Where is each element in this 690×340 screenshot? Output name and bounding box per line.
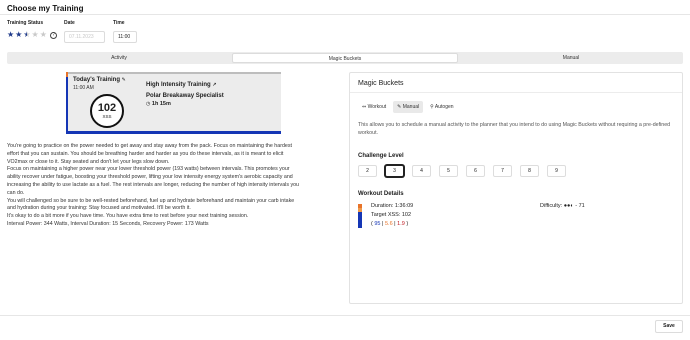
level-button-5[interactable]: 5 [439,165,458,177]
workout-name[interactable]: High Intensity Training ↗ [146,82,217,88]
workout-name-label: High Intensity Training [146,82,211,88]
link-icon: ⚲ [430,104,434,110]
description-line: increasing the ability to use lactate as… [7,181,299,188]
panel-title: Magic Buckets [358,80,404,87]
help-icon[interactable]: ? [49,31,57,39]
level-button-8[interactable]: 8 [520,165,539,177]
save-button[interactable]: Save [655,320,683,333]
xss-ring: 102 XSS [90,94,124,128]
level-button-6[interactable]: 6 [466,165,485,177]
mode-description: This allows you to schedule a manual act… [358,122,671,136]
magic-buckets-panel: Magic Buckets ⇔ Workout ✎ Manual ⚲ Autog… [349,72,683,304]
card-top-border [66,72,281,74]
mode-tabs: ⇔ Workout ✎ Manual ⚲ Autogen [358,101,458,113]
workout-details-label: Workout Details [358,191,404,197]
workout-duration: ◷ 1h 15m [146,101,171,107]
level-button-2[interactable]: 2 [358,165,377,177]
tab-magic-buckets[interactable]: Magic Buckets [232,53,458,63]
level-button-4[interactable]: 4 [412,165,431,177]
description-line: Focus on maintaining a higher power near… [7,166,290,173]
mode-tab-label: Manual [402,104,420,110]
details-difficulty: Difficulty: ●●◐ - 71 [540,203,585,209]
training-status-rating[interactable]: ★ ★ ★ ★ ★ ? [7,31,57,39]
time-label: Time [113,20,125,26]
clock-icon: ◷ [146,101,151,107]
training-status-label: Training Status [7,20,44,26]
description-line: ability recover under fatigue, boosting … [7,174,293,181]
workout-subtitle: Polar Breakaway Specialist [146,93,224,99]
modal-title: Choose my Training [7,4,84,13]
today-training-card: Today's Training ✎ 11:00 AM 102 XSS High… [66,72,281,134]
tab-activity[interactable]: Activity [7,52,231,64]
description-line: and hydration during your training: Stay… [7,205,191,212]
today-training-title[interactable]: Today's Training ✎ [73,77,126,83]
description-line: You will challenged so be sure to be wel… [7,197,295,204]
footer-divider [0,315,690,316]
mode-tab-autogen[interactable]: ⚲ Autogen [426,101,457,113]
description-line: VO2max or close to it. Stay seated and d… [7,158,170,165]
description-line: It's okay to do a bit more if you have t… [7,213,249,220]
mode-tab-label: Workout [367,104,387,110]
details-target-xss: Target XSS: 102 [371,212,412,218]
training-time: 11:00 AM [73,85,94,91]
description-line: You're going to practice on the power ne… [7,143,292,149]
tab-manual[interactable]: Manual [459,52,683,64]
xss-value: 102 [97,102,117,114]
arrows-icon: ⇔ [362,104,367,110]
workout-description: You're going to practice on the power ne… [7,143,343,229]
external-link-icon[interactable]: ↗ [212,82,216,88]
star-empty-icon[interactable]: ★ [40,31,47,39]
today-training-label: Today's Training [73,77,120,83]
mode-tab-workout[interactable]: ⇔ Workout [358,101,390,113]
time-field[interactable]: 11:00 [113,31,137,43]
description-line: Interval Power: 344 Watts, Interval Dura… [7,220,209,227]
description-line: can do. [7,189,25,196]
panel-divider [350,92,682,93]
star-empty-icon[interactable]: ★ [32,31,39,39]
star-half-icon[interactable]: ★ [23,31,30,39]
date-label: Date [64,20,75,26]
details-duration: Duration: 1:36:09 [371,203,414,209]
card-bottom-bar [66,131,281,134]
challenge-level-label: Challenge Level [358,153,404,159]
zone-high-value: 1.9 [397,221,405,227]
zone-mid-value: 5.6 [385,221,393,227]
date-field[interactable]: 07.11.2023 [64,31,105,43]
training-type-tabs: Activity Magic Buckets Manual [7,52,683,64]
details-intensity-bar [358,204,362,228]
description-line: effort that you can sustain. You should … [7,150,284,157]
title-divider [0,14,690,15]
edit-square-icon[interactable]: ✎ [122,77,126,83]
level-button-9[interactable]: 9 [547,165,566,177]
star-icon[interactable]: ★ [7,31,14,39]
mode-tab-label: Autogen [434,104,454,110]
xss-unit: XSS [102,114,112,119]
challenge-level-buttons: 2 3 4 5 6 7 8 9 [358,165,566,177]
details-zone-breakdown: ( 95 | 5.6 | 1.9 ) [371,221,408,227]
pencil-icon: ✎ [397,104,402,110]
workout-duration-value: 1h 15m [151,101,171,107]
mode-tab-manual[interactable]: ✎ Manual [393,101,424,113]
zone-bracket: ) [404,221,409,227]
card-intensity-bar [66,72,68,134]
level-button-7[interactable]: 7 [493,165,512,177]
star-icon[interactable]: ★ [15,31,22,39]
level-button-3[interactable]: 3 [385,165,404,177]
